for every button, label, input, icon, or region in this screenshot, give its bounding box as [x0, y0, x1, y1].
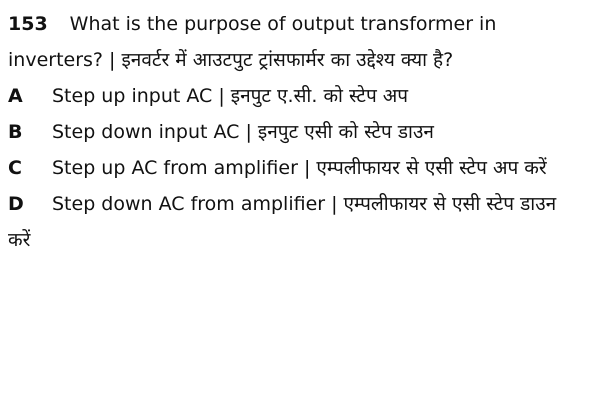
- question-number: 153: [8, 13, 48, 35]
- option-d[interactable]: D Step down AC from amplifier | एम्पलीफाय…: [8, 186, 582, 258]
- question: 153 What is the purpose of output transfo…: [8, 6, 582, 78]
- option-letter: A: [8, 85, 23, 107]
- option-letter: C: [8, 157, 22, 179]
- option-text: Step up AC from amplifier | एम्पलीफायर स…: [52, 157, 547, 179]
- option-text: Step down input AC | इनपुट एसी को स्टेप …: [52, 121, 434, 143]
- question-text: What is the purpose of output transforme…: [8, 13, 497, 71]
- question-card: 153 What is the purpose of output transfo…: [0, 0, 590, 409]
- option-c[interactable]: C Step up AC from amplifier | एम्पलीफायर …: [8, 150, 582, 186]
- option-letter: D: [8, 193, 24, 215]
- option-b[interactable]: B Step down input AC | इनपुट एसी को स्टेप…: [8, 114, 582, 150]
- option-text: Step up input AC | इनपुट ए.सी. को स्टेप …: [52, 85, 409, 107]
- option-letter: B: [8, 121, 23, 143]
- option-text: Step down AC from amplifier | एम्पलीफायर…: [8, 193, 557, 251]
- option-a[interactable]: A Step up input AC | इनपुट ए.सी. को स्टेप…: [8, 78, 582, 114]
